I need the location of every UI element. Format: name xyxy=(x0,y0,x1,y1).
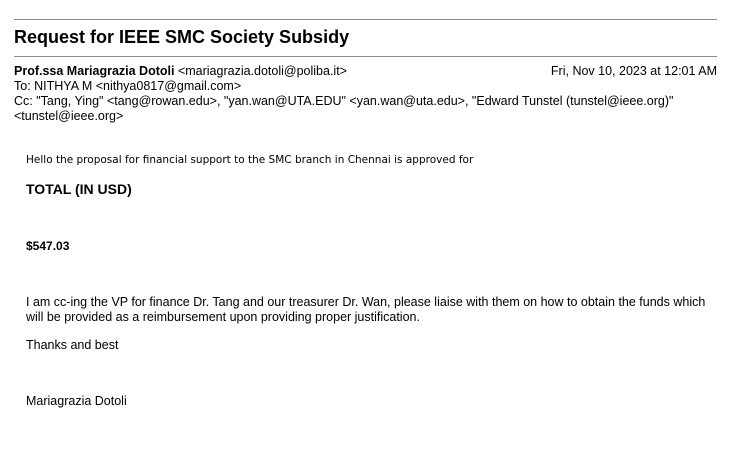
email-date: Fri, Nov 10, 2023 at 12:01 AM xyxy=(550,64,717,78)
sender-line: Prof.ssa Mariagrazia Dotoli <mariagrazia… xyxy=(14,64,347,79)
sender-name: Prof.ssa Mariagrazia Dotoli xyxy=(14,64,175,78)
sender-email: <mariagrazia.dotoli@poliba.it> xyxy=(174,64,347,78)
top-divider xyxy=(14,19,717,20)
closing-text: Thanks and best xyxy=(26,338,119,352)
recipient-line: To: NITHYA M <nithya0817@gmail.com> xyxy=(14,79,242,93)
email-subject: Request for IEEE SMC Society Subsidy xyxy=(14,27,350,47)
approved-amount: $547.03 xyxy=(26,239,70,253)
signature: Mariagrazia Dotoli xyxy=(26,394,127,408)
total-label: TOTAL (IN USD) xyxy=(26,181,132,197)
cc-line: Cc: "Tang, Ying" <tang@rowan.edu>, "yan.… xyxy=(14,94,674,123)
body-paragraph: I am cc-ing the VP for finance Dr. Tang … xyxy=(26,295,706,324)
greeting-text: Hello the proposal for financial support… xyxy=(26,154,474,166)
header-divider xyxy=(14,56,717,57)
